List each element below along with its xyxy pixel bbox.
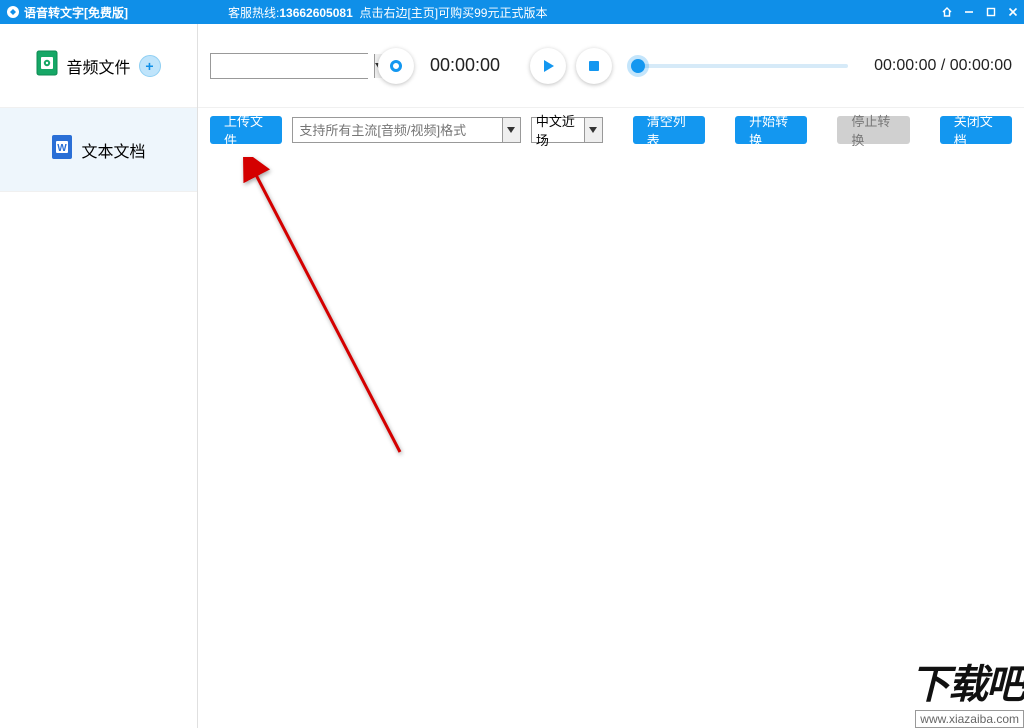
home-button[interactable] — [936, 0, 958, 24]
stop-convert-button: 停止转换 — [837, 116, 909, 144]
progress-slider[interactable] — [638, 64, 848, 68]
action-toolbar: 上传文件 中文近场 清空列表 开始转换 停止转换 关闭文档 — [198, 108, 1024, 152]
duration-time: 00:00:00 — [950, 57, 1012, 74]
language-dropdown[interactable]: 中文近场 — [531, 117, 603, 143]
start-convert-button[interactable]: 开始转换 — [735, 116, 807, 144]
close-button[interactable] — [1002, 0, 1024, 24]
sidebar-item-label: 文本文档 — [81, 138, 145, 162]
add-audio-button[interactable]: + — [139, 55, 161, 77]
title-bar: 语音转文字[免费版] 客服热线:13662605081 点击右边[主页]可购买9… — [0, 0, 1024, 24]
format-input[interactable] — [293, 118, 502, 142]
time-display: 00:00:00 / 00:00:00 — [874, 57, 1012, 75]
upload-button[interactable]: 上传文件 — [210, 116, 282, 144]
chevron-down-icon[interactable] — [584, 118, 602, 142]
sidebar-item-text[interactable]: W 文本文档 — [0, 108, 197, 192]
hotline-number: 13662605081 — [279, 6, 352, 20]
svg-text:W: W — [58, 143, 68, 154]
record-time: 00:00:00 — [430, 55, 500, 76]
player-toolbar: 00:00:00 00:00:00 / 00:00:00 — [198, 24, 1024, 108]
text-doc-icon: W — [51, 134, 73, 165]
time-separator: / — [936, 57, 949, 74]
hotline-text: 客服热线:13662605081 点击右边[主页]可购买99元正式版本 — [228, 4, 547, 21]
position-time: 00:00:00 — [874, 57, 936, 74]
audio-file-icon — [36, 50, 58, 81]
file-dropdown-input[interactable] — [211, 54, 374, 78]
annotation-arrow-icon — [240, 157, 420, 467]
sidebar-item-audio[interactable]: 音频文件 + — [0, 24, 197, 108]
sidebar-item-label: 音频文件 — [66, 54, 130, 78]
content-area — [198, 152, 1024, 728]
app-icon — [6, 5, 20, 19]
clear-list-button[interactable]: 清空列表 — [633, 116, 705, 144]
hotline-label: 客服热线: — [228, 6, 279, 20]
main-area: 00:00:00 00:00:00 / 00:00:00 上传文件 中文近场 清… — [198, 24, 1024, 728]
sidebar: 音频文件 + W 文本文档 — [0, 24, 198, 728]
minimize-button[interactable] — [958, 0, 980, 24]
language-selected: 中文近场 — [532, 118, 584, 142]
record-button[interactable] — [378, 48, 414, 84]
hotline-tip: 点击右边[主页]可购买99元正式版本 — [359, 6, 547, 20]
stop-button[interactable] — [576, 48, 612, 84]
chevron-down-icon[interactable] — [502, 118, 520, 142]
format-dropdown[interactable] — [292, 117, 521, 143]
slider-thumb[interactable] — [631, 59, 645, 73]
close-doc-button[interactable]: 关闭文档 — [940, 116, 1012, 144]
play-button[interactable] — [530, 48, 566, 84]
maximize-button[interactable] — [980, 0, 1002, 24]
file-dropdown[interactable] — [210, 53, 368, 79]
app-title: 语音转文字[免费版] — [24, 4, 128, 21]
